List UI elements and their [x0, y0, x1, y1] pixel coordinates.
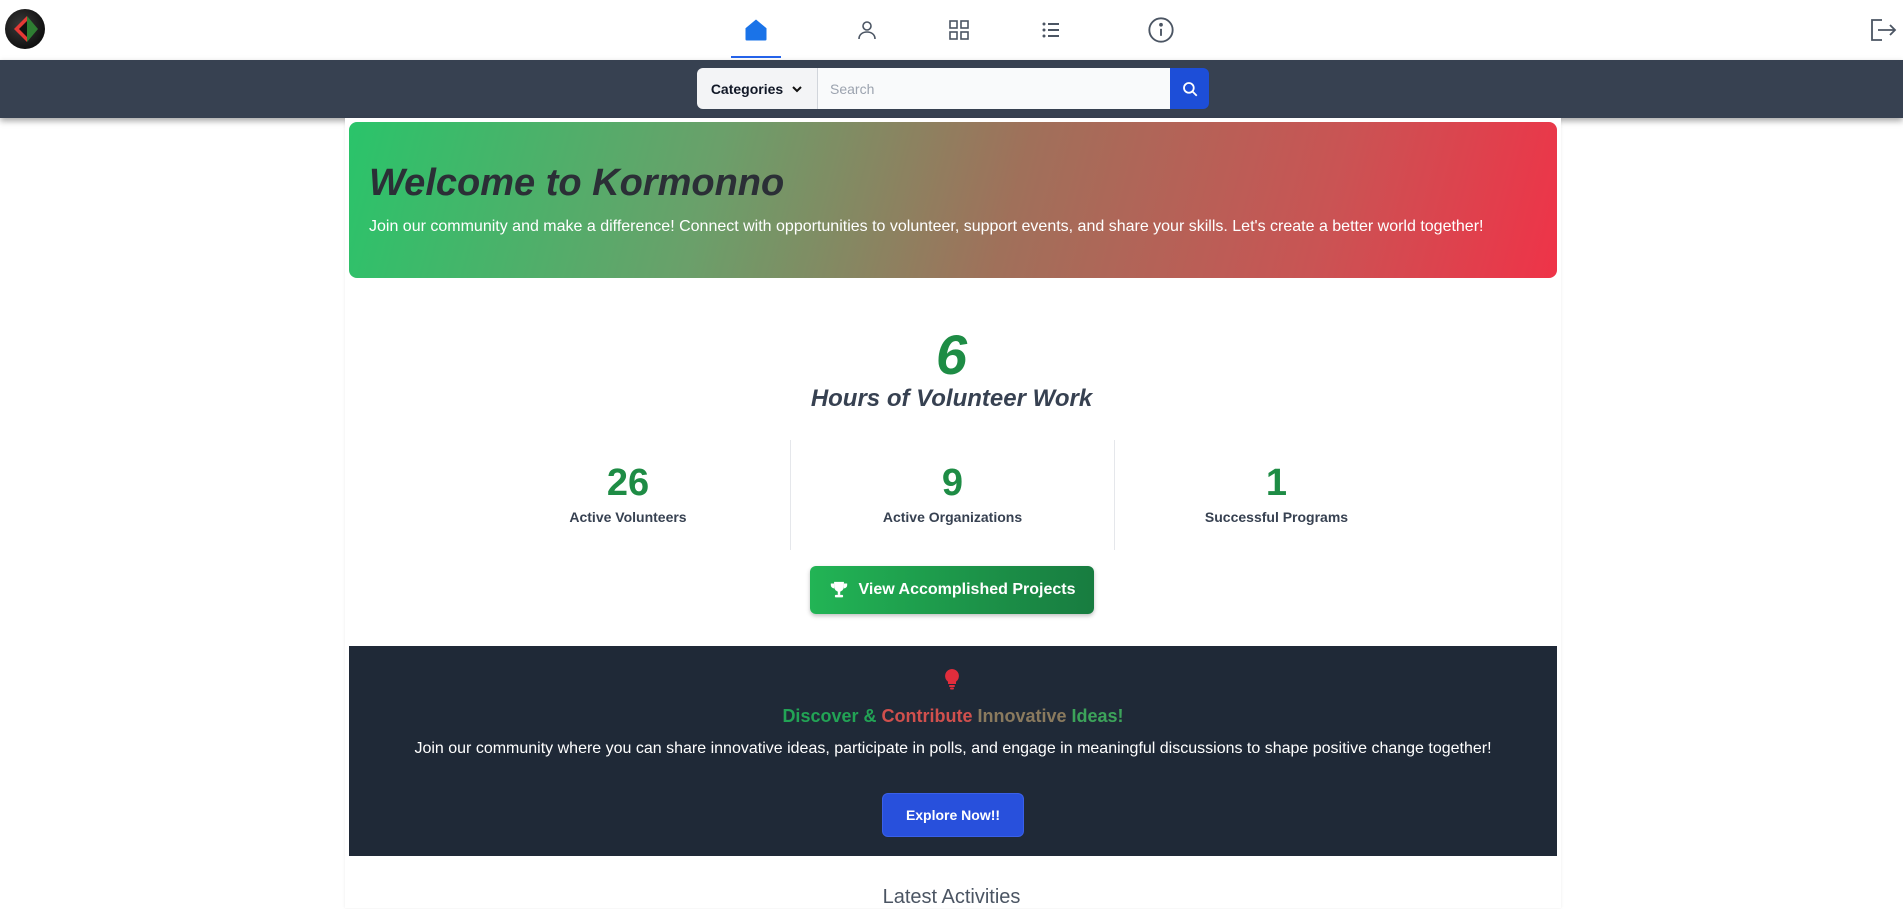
nav-info-icon[interactable]: [1136, 10, 1186, 50]
welcome-text: Join our community and make a difference…: [369, 218, 1484, 235]
welcome-banner: Welcome to Kormonno Join our community a…: [349, 122, 1557, 278]
welcome-title: Welcome to Kormonno: [369, 162, 785, 204]
nav-list-icon[interactable]: [1026, 10, 1076, 50]
stat-value: 1: [1265, 462, 1288, 504]
stat-value: 9: [941, 462, 964, 504]
search-icon: [1182, 81, 1197, 96]
explore-now-button[interactable]: Explore Now!!: [883, 794, 1023, 836]
volunteer-hours-label: Hours of Volunteer Work: [810, 385, 1093, 412]
search-group: Categories: [697, 68, 1209, 109]
brand-logo[interactable]: [5, 9, 45, 49]
stat-successful-programs: 1 Successful Programs: [1114, 440, 1438, 550]
ideas-title: Discover & Contribute Innovative Ideas!: [349, 706, 1557, 727]
projects-button-label: View Accomplished Projects: [858, 581, 1076, 598]
top-navbar: [0, 0, 1903, 60]
categories-label: Categories: [710, 80, 784, 97]
latest-activities-heading: Latest Activities: [882, 886, 1021, 908]
stat-value: 26: [606, 462, 650, 504]
volunteer-hours-value: 6: [935, 323, 968, 386]
stat-label: Active Organizations: [882, 509, 1023, 525]
stat-active-volunteers: 26 Active Volunteers: [466, 440, 790, 550]
categories-dropdown[interactable]: Categories: [697, 68, 818, 109]
search-bar-band: Categories: [0, 60, 1903, 118]
lightbulb-icon: [945, 669, 959, 690]
ideas-title-part: Discover &: [782, 706, 882, 726]
nav-profile-icon[interactable]: [842, 10, 892, 50]
stat-label: Active Volunteers: [569, 509, 687, 525]
ideas-title-part: Ideas!: [1071, 706, 1124, 726]
ideas-description: Join our community where you can share i…: [414, 740, 1492, 757]
search-input[interactable]: [818, 68, 1170, 109]
trophy-icon: [830, 581, 847, 598]
search-button[interactable]: [1170, 68, 1209, 109]
logout-icon[interactable]: [1865, 12, 1901, 48]
view-accomplished-projects-button[interactable]: View Accomplished Projects: [810, 566, 1094, 614]
ideas-title-part: Contribute: [881, 706, 978, 726]
chevron-down-icon: [792, 85, 802, 92]
stat-active-organizations: 9 Active Organizations: [790, 440, 1114, 550]
nav-dashboard-icon[interactable]: [934, 10, 984, 50]
ideas-section: Discover & Contribute Innovative Ideas! …: [349, 646, 1557, 856]
nav-home-icon[interactable]: [731, 10, 781, 58]
ideas-title-part: Innovative: [977, 706, 1072, 726]
stat-label: Successful Programs: [1204, 509, 1349, 525]
